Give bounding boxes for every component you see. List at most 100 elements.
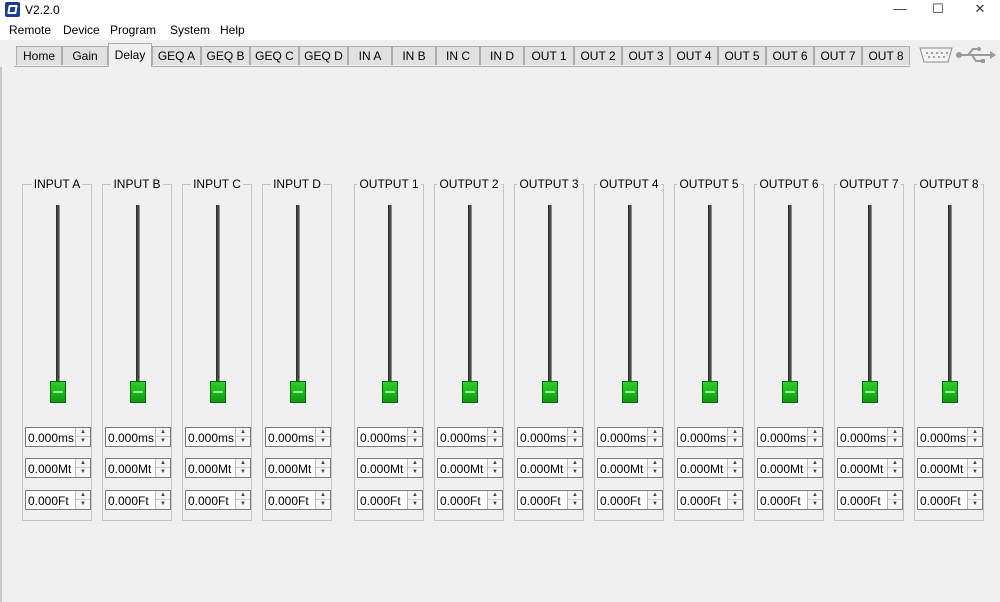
delay-meters-input[interactable]: 0.000Mt ▲ ▼ bbox=[185, 458, 251, 478]
delay-ms-input[interactable]: 0.000ms ▲ ▼ bbox=[757, 427, 823, 447]
delay-slider-thumb[interactable] bbox=[382, 381, 398, 403]
spin-up-arrow-icon[interactable]: ▲ bbox=[408, 428, 422, 437]
spin-up-arrow-icon[interactable]: ▲ bbox=[76, 428, 90, 437]
spin-up-arrow-icon[interactable]: ▲ bbox=[316, 491, 330, 500]
spin-down-arrow-icon[interactable]: ▼ bbox=[568, 437, 582, 446]
spin-up-arrow-icon[interactable]: ▲ bbox=[316, 459, 330, 468]
delay-meters-input[interactable]: 0.000Mt ▲ ▼ bbox=[265, 458, 331, 478]
spin-up-arrow-icon[interactable]: ▲ bbox=[968, 428, 982, 437]
spin-down-arrow-icon[interactable]: ▼ bbox=[728, 500, 742, 509]
spin-down-arrow-icon[interactable]: ▼ bbox=[808, 500, 822, 509]
delay-slider-track[interactable] bbox=[548, 205, 552, 401]
spin-down-arrow-icon[interactable]: ▼ bbox=[968, 500, 982, 509]
delay-ms-input[interactable]: 0.000ms ▲ ▼ bbox=[437, 427, 503, 447]
delay-feet-input[interactable]: 0.000Ft ▲ ▼ bbox=[837, 490, 903, 510]
spin-down-arrow-icon[interactable]: ▼ bbox=[236, 437, 250, 446]
delay-ms-input[interactable]: 0.000ms ▲ ▼ bbox=[517, 427, 583, 447]
delay-meters-input[interactable]: 0.000Mt ▲ ▼ bbox=[25, 458, 91, 478]
spin-down-arrow-icon[interactable]: ▼ bbox=[316, 468, 330, 477]
spin-down-arrow-icon[interactable]: ▼ bbox=[408, 468, 422, 477]
spin-up-arrow-icon[interactable]: ▲ bbox=[728, 491, 742, 500]
spin-up-arrow-icon[interactable]: ▲ bbox=[76, 459, 90, 468]
delay-slider-track[interactable] bbox=[468, 205, 472, 401]
tab-geq-a[interactable]: GEQ A bbox=[152, 46, 201, 65]
spin-up-arrow-icon[interactable]: ▲ bbox=[648, 459, 662, 468]
delay-feet-input[interactable]: 0.000Ft ▲ ▼ bbox=[437, 490, 503, 510]
delay-slider-thumb[interactable] bbox=[702, 381, 718, 403]
delay-feet-input[interactable]: 0.000Ft ▲ ▼ bbox=[517, 490, 583, 510]
spin-up-arrow-icon[interactable]: ▲ bbox=[156, 491, 170, 500]
tab-in-b[interactable]: IN B bbox=[392, 46, 436, 65]
spin-up-arrow-icon[interactable]: ▲ bbox=[156, 459, 170, 468]
spin-down-arrow-icon[interactable]: ▼ bbox=[648, 468, 662, 477]
tab-out-4[interactable]: OUT 4 bbox=[670, 46, 718, 65]
delay-feet-input[interactable]: 0.000Ft ▲ ▼ bbox=[597, 490, 663, 510]
delay-slider-track[interactable] bbox=[788, 205, 792, 401]
close-button[interactable]: ✕ bbox=[960, 0, 1000, 20]
delay-slider-track[interactable] bbox=[56, 205, 60, 401]
menu-help[interactable]: Help bbox=[220, 23, 245, 37]
tab-out-5[interactable]: OUT 5 bbox=[718, 46, 766, 65]
delay-meters-input[interactable]: 0.000Mt ▲ ▼ bbox=[757, 458, 823, 478]
tab-geq-b[interactable]: GEQ B bbox=[201, 46, 250, 65]
minimize-button[interactable]: — bbox=[880, 0, 920, 20]
spin-down-arrow-icon[interactable]: ▼ bbox=[728, 437, 742, 446]
spin-down-arrow-icon[interactable]: ▼ bbox=[968, 437, 982, 446]
delay-slider-track[interactable] bbox=[628, 205, 632, 401]
spin-down-arrow-icon[interactable]: ▼ bbox=[568, 500, 582, 509]
spin-up-arrow-icon[interactable]: ▲ bbox=[76, 491, 90, 500]
delay-feet-input[interactable]: 0.000Ft ▲ ▼ bbox=[265, 490, 331, 510]
spin-up-arrow-icon[interactable]: ▲ bbox=[236, 428, 250, 437]
spin-down-arrow-icon[interactable]: ▼ bbox=[968, 468, 982, 477]
delay-slider-track[interactable] bbox=[708, 205, 712, 401]
delay-slider-track[interactable] bbox=[388, 205, 392, 401]
delay-ms-input[interactable]: 0.000ms ▲ ▼ bbox=[837, 427, 903, 447]
delay-slider-thumb[interactable] bbox=[942, 381, 958, 403]
spin-up-arrow-icon[interactable]: ▲ bbox=[968, 459, 982, 468]
spin-down-arrow-icon[interactable]: ▼ bbox=[156, 500, 170, 509]
spin-up-arrow-icon[interactable]: ▲ bbox=[408, 459, 422, 468]
delay-slider-thumb[interactable] bbox=[862, 381, 878, 403]
spin-up-arrow-icon[interactable]: ▲ bbox=[568, 459, 582, 468]
delay-ms-input[interactable]: 0.000ms ▲ ▼ bbox=[917, 427, 983, 447]
delay-meters-input[interactable]: 0.000Mt ▲ ▼ bbox=[517, 458, 583, 478]
spin-down-arrow-icon[interactable]: ▼ bbox=[488, 500, 502, 509]
delay-feet-input[interactable]: 0.000Ft ▲ ▼ bbox=[357, 490, 423, 510]
delay-meters-input[interactable]: 0.000Mt ▲ ▼ bbox=[597, 458, 663, 478]
delay-ms-input[interactable]: 0.000ms ▲ ▼ bbox=[677, 427, 743, 447]
spin-down-arrow-icon[interactable]: ▼ bbox=[808, 468, 822, 477]
spin-up-arrow-icon[interactable]: ▲ bbox=[568, 428, 582, 437]
spin-up-arrow-icon[interactable]: ▲ bbox=[236, 459, 250, 468]
delay-feet-input[interactable]: 0.000Ft ▲ ▼ bbox=[25, 490, 91, 510]
spin-down-arrow-icon[interactable]: ▼ bbox=[728, 468, 742, 477]
tab-in-c[interactable]: IN C bbox=[436, 46, 480, 65]
tab-out-2[interactable]: OUT 2 bbox=[574, 46, 622, 65]
spin-up-arrow-icon[interactable]: ▲ bbox=[888, 428, 902, 437]
spin-up-arrow-icon[interactable]: ▲ bbox=[888, 491, 902, 500]
tab-out-7[interactable]: OUT 7 bbox=[814, 46, 862, 65]
spin-up-arrow-icon[interactable]: ▲ bbox=[568, 491, 582, 500]
delay-slider-track[interactable] bbox=[296, 205, 300, 401]
delay-ms-input[interactable]: 0.000ms ▲ ▼ bbox=[357, 427, 423, 447]
spin-up-arrow-icon[interactable]: ▲ bbox=[728, 428, 742, 437]
spin-up-arrow-icon[interactable]: ▲ bbox=[156, 428, 170, 437]
spin-up-arrow-icon[interactable]: ▲ bbox=[236, 491, 250, 500]
delay-slider-thumb[interactable] bbox=[542, 381, 558, 403]
spin-down-arrow-icon[interactable]: ▼ bbox=[76, 468, 90, 477]
spin-down-arrow-icon[interactable]: ▼ bbox=[888, 437, 902, 446]
spin-down-arrow-icon[interactable]: ▼ bbox=[156, 437, 170, 446]
spin-up-arrow-icon[interactable]: ▲ bbox=[808, 491, 822, 500]
spin-down-arrow-icon[interactable]: ▼ bbox=[808, 437, 822, 446]
spin-up-arrow-icon[interactable]: ▲ bbox=[808, 428, 822, 437]
delay-slider-thumb[interactable] bbox=[782, 381, 798, 403]
spin-up-arrow-icon[interactable]: ▲ bbox=[808, 459, 822, 468]
delay-ms-input[interactable]: 0.000ms ▲ ▼ bbox=[597, 427, 663, 447]
spin-down-arrow-icon[interactable]: ▼ bbox=[568, 468, 582, 477]
delay-slider-thumb[interactable] bbox=[50, 381, 66, 403]
delay-slider-thumb[interactable] bbox=[622, 381, 638, 403]
spin-down-arrow-icon[interactable]: ▼ bbox=[76, 437, 90, 446]
delay-ms-input[interactable]: 0.000ms ▲ ▼ bbox=[265, 427, 331, 447]
spin-down-arrow-icon[interactable]: ▼ bbox=[316, 437, 330, 446]
delay-slider-thumb[interactable] bbox=[462, 381, 478, 403]
spin-down-arrow-icon[interactable]: ▼ bbox=[76, 500, 90, 509]
